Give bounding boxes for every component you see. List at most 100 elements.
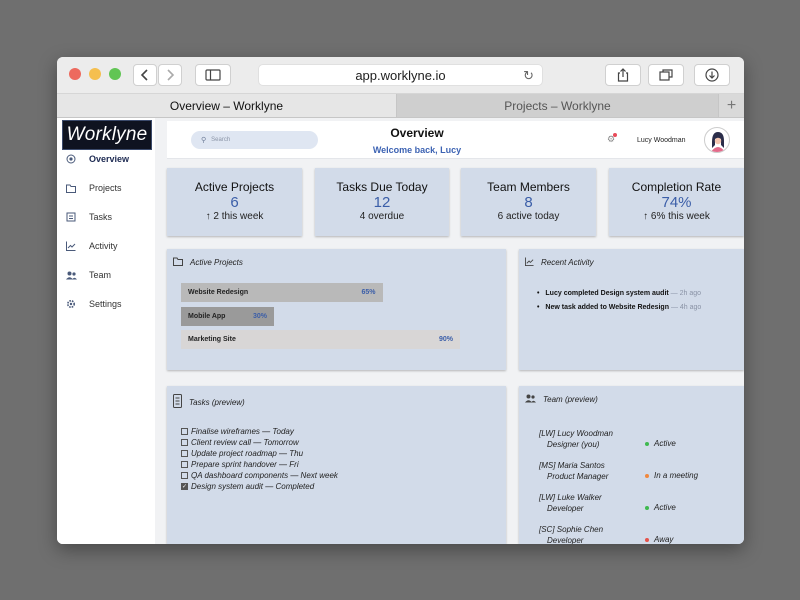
team-icon: [525, 394, 536, 405]
share-button[interactable]: [605, 64, 641, 86]
activity-text: New task added to Website Redesign: [545, 304, 669, 311]
activity-time: — 2h ago: [670, 290, 702, 297]
sidebar-item-label: Settings: [89, 299, 122, 309]
activity-item[interactable]: New task added to Website Redesign — 4h …: [537, 304, 701, 311]
back-button[interactable]: [133, 64, 157, 86]
app-logo[interactable]: Worklyne: [62, 120, 152, 150]
panel-title-text: Active Projects: [190, 258, 243, 267]
checkbox[interactable]: [181, 439, 188, 446]
browser-toolbar: app.worklyne.io ↻: [57, 57, 744, 94]
project-row-marketing-site[interactable]: Marketing Site 90%: [181, 330, 491, 349]
checkbox[interactable]: [181, 428, 188, 435]
search-icon: ⚲: [201, 137, 207, 144]
downloads-button[interactable]: [694, 64, 730, 86]
stat-label: Completion Rate: [631, 180, 722, 194]
zoom-window-button[interactable]: [109, 68, 121, 80]
sidebar: Worklyne Overview Projects Tasks Activit…: [57, 118, 155, 544]
sidebar-item-overview[interactable]: Overview: [65, 151, 153, 167]
task-text: Prepare sprint handover — Fri: [191, 460, 299, 469]
task-item[interactable]: ✓ Design system audit — Completed: [181, 482, 314, 491]
task-item[interactable]: Client review call — Tomorrow: [181, 438, 299, 447]
stat-sub: 6 active today: [497, 211, 560, 222]
sidebar-item-activity[interactable]: Activity: [65, 238, 153, 254]
task-text: QA dashboard components — Next week: [191, 471, 338, 480]
status-dot: [645, 441, 649, 446]
forward-button[interactable]: [158, 64, 182, 86]
stat-sub: 4 overdue: [359, 211, 405, 222]
close-window-button[interactable]: [69, 68, 81, 80]
project-percent: 90%: [438, 336, 453, 343]
gear-icon: [65, 298, 77, 310]
sidebar-item-settings[interactable]: Settings: [65, 296, 153, 312]
chevron-right-icon: [167, 69, 175, 81]
task-item[interactable]: Finalise wireframes — Today: [181, 427, 294, 436]
activity-icon: [65, 240, 77, 252]
tab-projects[interactable]: Projects – Worklyne: [397, 94, 719, 117]
member-status: Active: [645, 439, 676, 448]
status-text: Active: [654, 503, 676, 512]
panel-title: Recent Activity: [525, 257, 594, 268]
task-item[interactable]: QA dashboard components — Next week: [181, 471, 338, 480]
checkbox[interactable]: [181, 461, 188, 468]
download-icon: [705, 68, 719, 82]
user-name[interactable]: Lucy Woodman: [637, 137, 686, 144]
sidebar-item-team[interactable]: Team: [65, 267, 153, 283]
avatar[interactable]: [704, 127, 730, 153]
task-text: Client review call — Tomorrow: [191, 438, 299, 447]
task-item[interactable]: Prepare sprint handover — Fri: [181, 460, 299, 469]
project-name: Marketing Site: [188, 336, 236, 343]
reload-icon[interactable]: ↻: [523, 68, 534, 84]
stat-card-tasks-due[interactable]: Tasks Due Today 12 4 overdue: [315, 168, 449, 236]
sidebar-item-projects[interactable]: Projects: [65, 180, 153, 196]
team-member[interactable]: [MS] Maria Santos Product Manager: [539, 460, 608, 482]
stat-label: Team Members: [487, 180, 570, 194]
tabs-overview-button[interactable]: [648, 64, 684, 86]
search-input[interactable]: ⚲ Search: [191, 131, 318, 149]
member-status: Away: [645, 535, 673, 544]
project-row-website-redesign[interactable]: Website Redesign 65%: [181, 283, 491, 302]
sidebar-item-label: Projects: [89, 183, 122, 193]
stat-value: 74%: [661, 194, 692, 211]
tasks-icon: [65, 211, 77, 223]
project-name: Mobile App: [188, 313, 226, 320]
project-row-mobile-app[interactable]: Mobile App 30%: [181, 307, 491, 326]
panel-title: Tasks (preview): [173, 394, 245, 410]
task-item[interactable]: Update project roadmap — Thu: [181, 449, 303, 458]
notification-bell-icon[interactable]: ⚙: [607, 133, 618, 145]
checkbox[interactable]: [181, 472, 188, 479]
panel-title: Team (preview): [525, 394, 598, 405]
stat-card-team-members[interactable]: Team Members 8 6 active today: [461, 168, 596, 236]
team-member[interactable]: [SC] Sophie Chen Developer: [539, 524, 603, 544]
team-icon: [65, 269, 77, 281]
sidebar-icon: [205, 69, 221, 81]
address-bar[interactable]: app.worklyne.io ↻: [258, 64, 543, 86]
stat-card-completion-rate[interactable]: Completion Rate 74% ↑ 6% this week: [609, 168, 744, 236]
panel-title: Active Projects: [173, 257, 243, 268]
clipboard-icon: [173, 394, 182, 410]
stat-sub: ↑ 6% this week: [643, 211, 710, 222]
folder-icon: [173, 257, 183, 268]
minimize-window-button[interactable]: [89, 68, 101, 80]
progress-bar: Marketing Site 90%: [181, 330, 460, 349]
activity-item[interactable]: Lucy completed Design system audit — 2h …: [537, 290, 701, 297]
team-member[interactable]: [LW] Luke Walker Developer: [539, 492, 602, 514]
panel-title-text: Recent Activity: [541, 258, 594, 267]
status-text: Away: [654, 535, 674, 544]
tabs-icon: [659, 69, 673, 81]
stat-value: 12: [373, 194, 391, 211]
sidebar-toggle-button[interactable]: [195, 64, 231, 86]
activity-icon: [525, 257, 534, 268]
task-text: Finalise wireframes — Today: [191, 427, 294, 436]
team-member[interactable]: [LW] Lucy Woodman Designer (you): [539, 428, 613, 450]
sidebar-item-tasks[interactable]: Tasks: [65, 209, 153, 225]
stat-value: 6: [230, 194, 239, 211]
progress-bar: Mobile App 30%: [181, 307, 274, 326]
checkbox-checked[interactable]: ✓: [181, 483, 188, 490]
page-title: Overview: [390, 126, 444, 140]
sidebar-item-label: Team: [89, 270, 112, 280]
tab-overview[interactable]: Overview – Worklyne: [57, 94, 397, 117]
stat-card-active-projects[interactable]: Active Projects 6 ↑ 2 this week: [167, 168, 302, 236]
folder-icon: [65, 182, 77, 194]
new-tab-button[interactable]: +: [719, 94, 744, 117]
checkbox[interactable]: [181, 450, 188, 457]
